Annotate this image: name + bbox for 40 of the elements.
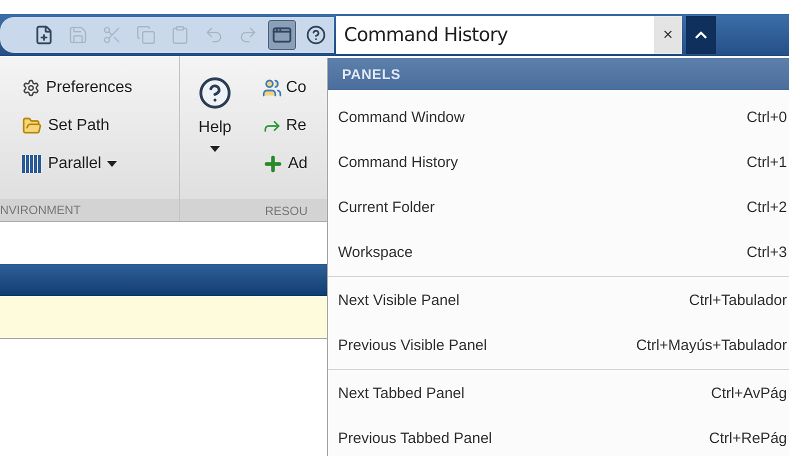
caret-icon: [107, 161, 118, 167]
menu-item[interactable]: Previous Tabbed Panel Ctrl+RePág: [328, 417, 789, 456]
new-file-icon: [34, 25, 54, 45]
search-field[interactable]: Command History ×: [336, 16, 682, 54]
ribbon-button[interactable]: Parallel: [22, 152, 179, 176]
undo-icon: [204, 25, 224, 45]
copy-icon: [136, 25, 156, 45]
ribbon-button[interactable]: Preferences: [22, 76, 179, 100]
help-icon: [306, 25, 326, 45]
menu-item[interactable]: Next Tabbed Panel Ctrl+AvPág: [328, 372, 789, 417]
menu-item[interactable]: Command Window Ctrl+0: [328, 96, 789, 141]
menu-item[interactable]: Workspace Ctrl+3: [328, 231, 789, 276]
menu-item[interactable]: Current Folder Ctrl+2: [328, 186, 789, 231]
plus-icon: [262, 153, 284, 175]
collapse-button[interactable]: [686, 16, 716, 54]
section-label: NVIRONMENT: [0, 199, 179, 221]
save-icon: [68, 25, 88, 45]
bars-icon: [22, 154, 42, 174]
ribbon-button[interactable]: Ad: [262, 152, 308, 176]
help-icon: [198, 76, 232, 110]
clear-button[interactable]: ×: [654, 16, 682, 54]
help-button[interactable]: Help: [180, 76, 250, 199]
menu-header: PANELS: [342, 64, 401, 84]
search-value: Command History: [343, 22, 509, 48]
paste-icon: [170, 25, 190, 45]
ribbon-button[interactable]: Co: [262, 76, 308, 100]
folder-icon: [22, 116, 42, 136]
menu-item[interactable]: Previous Visible Panel Ctrl+Mayús+Tabulador: [328, 324, 789, 369]
menu-item[interactable]: Next Visible Panel Ctrl+Tabulador: [328, 279, 789, 324]
window-icon: [272, 25, 292, 45]
cut-icon: [102, 25, 122, 45]
menu-item[interactable]: Command History Ctrl+1: [328, 141, 789, 186]
gear-icon: [22, 79, 40, 97]
caret-icon: [210, 146, 220, 152]
ribbon-button[interactable]: Set Path: [22, 114, 179, 138]
toolbar-button[interactable]: [268, 20, 296, 50]
people-icon: [262, 78, 282, 98]
section-label: RESOU: [265, 204, 308, 218]
redo-icon: [238, 25, 258, 45]
ribbon-button[interactable]: Re: [262, 114, 308, 138]
